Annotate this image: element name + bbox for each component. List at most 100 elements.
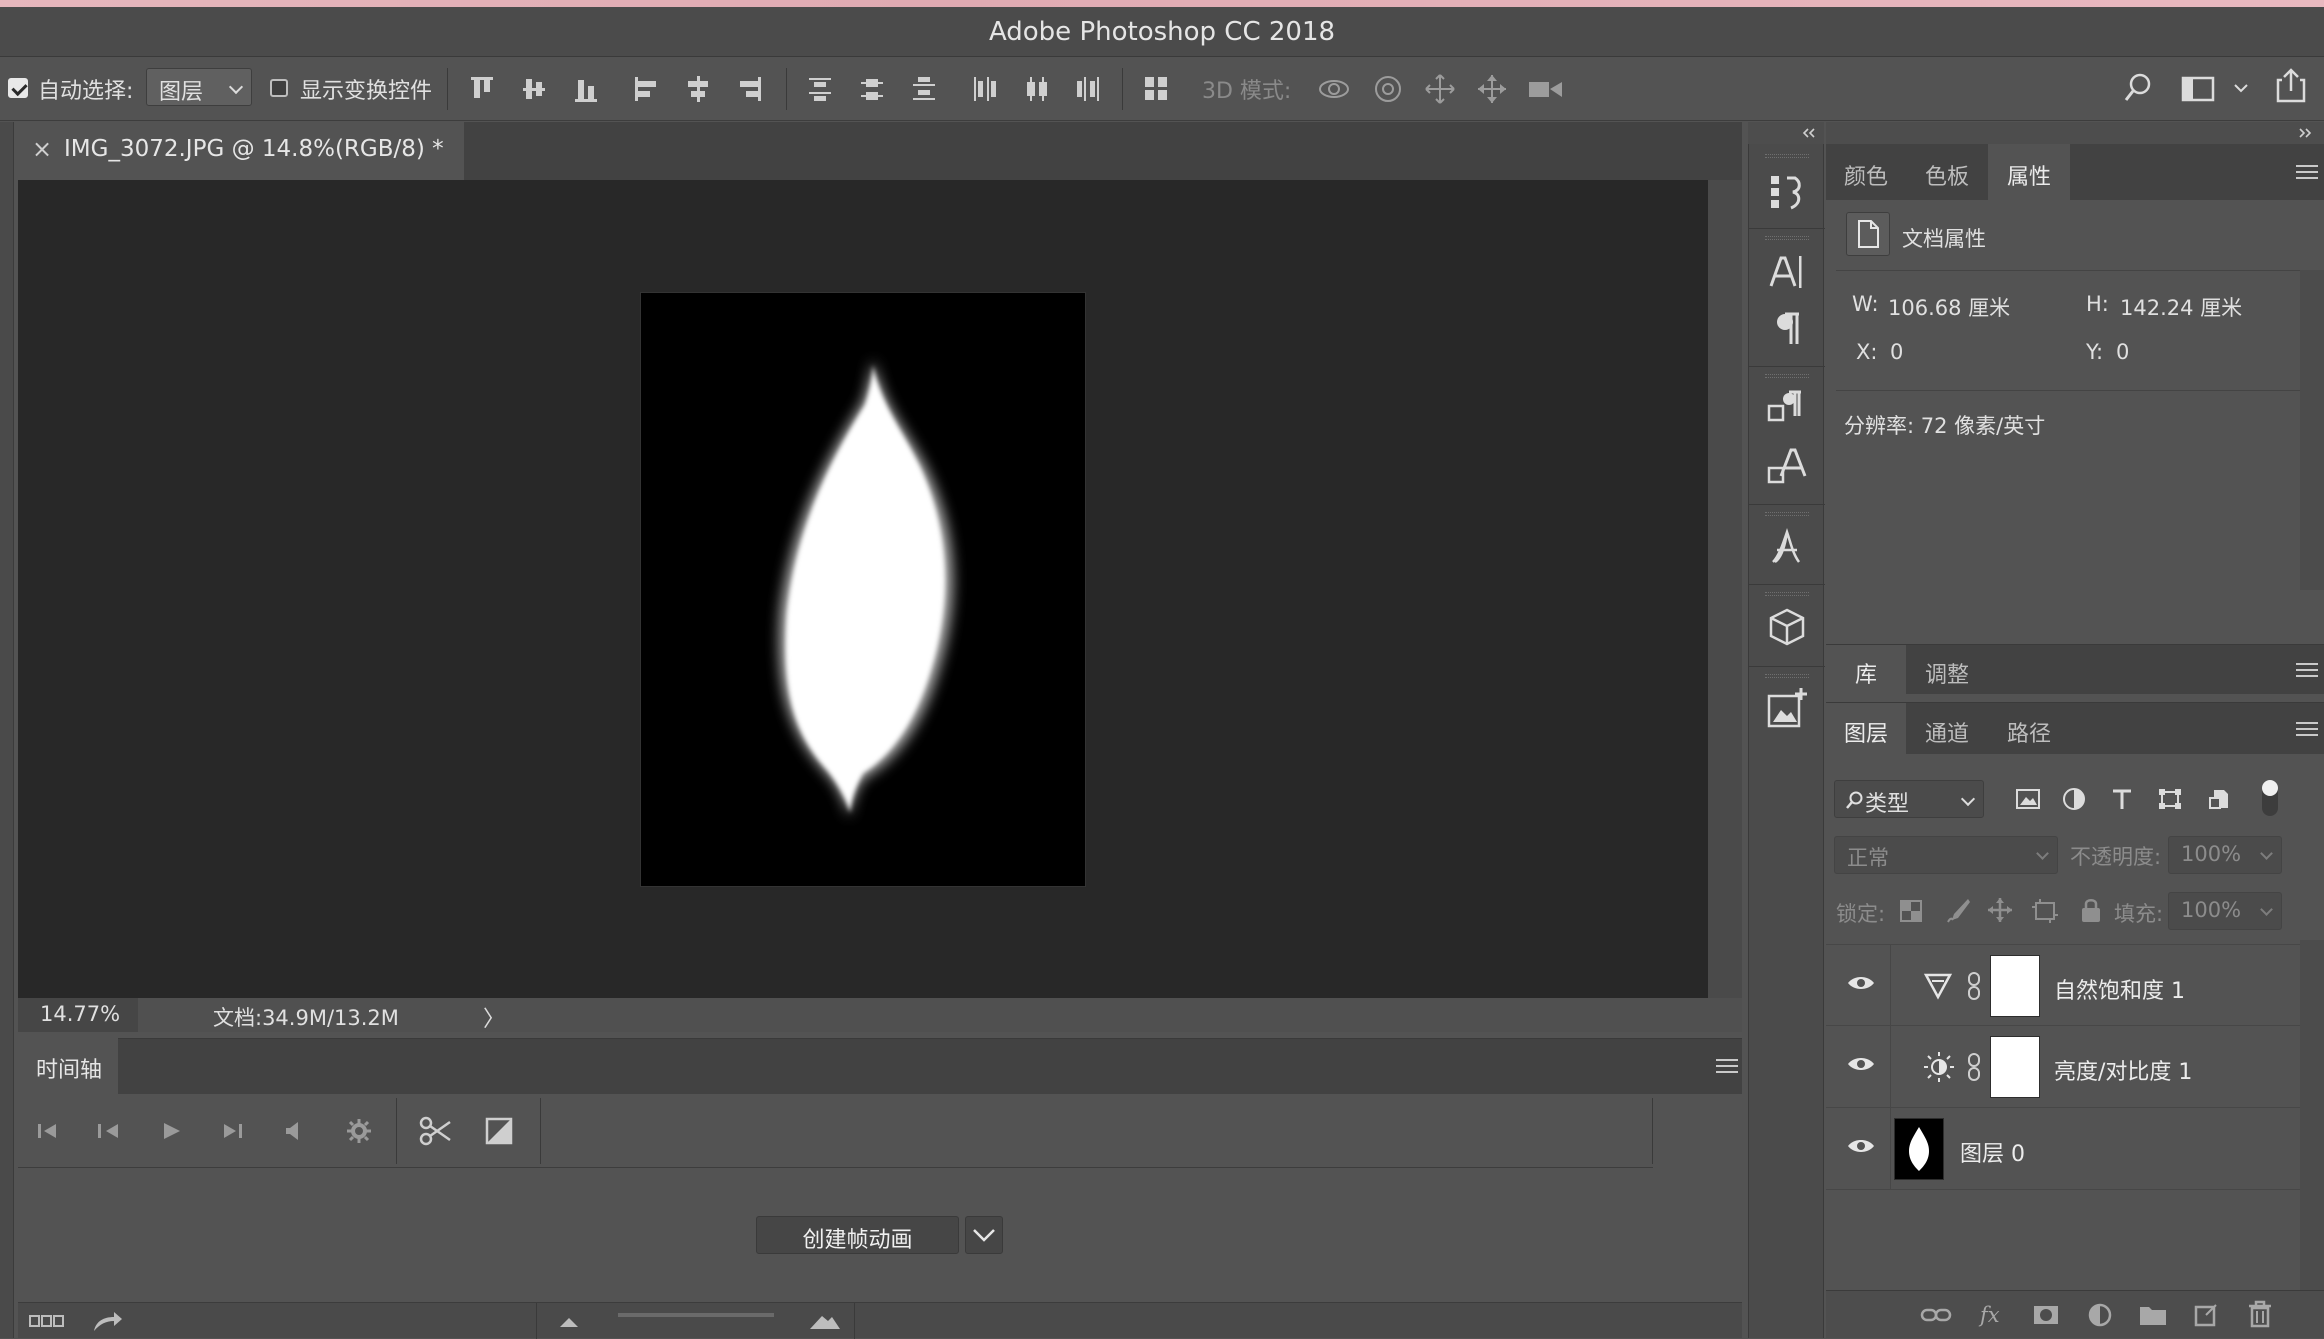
panel-menu-icon[interactable] <box>2296 165 2318 179</box>
scissors-icon[interactable] <box>418 1114 454 1148</box>
filter-toggle-switch[interactable] <box>2262 780 2278 816</box>
audio-icon[interactable] <box>280 1118 310 1144</box>
new-layer-icon[interactable] <box>2192 1301 2220 1329</box>
search-icon[interactable] <box>2122 70 2156 106</box>
history-icon[interactable] <box>1765 170 1809 214</box>
layer-style-fx-icon[interactable]: fx <box>1978 1301 2006 1329</box>
lock-image-pixels-icon[interactable] <box>1944 896 1972 924</box>
paragraph-styles-icon[interactable] <box>1765 386 1809 430</box>
align-vertical-centers-icon[interactable] <box>520 74 548 104</box>
new-adjustment-layer-icon[interactable] <box>2086 1301 2114 1329</box>
filter-adjustment-layers-icon[interactable] <box>2060 786 2088 812</box>
lock-transparent-pixels-icon[interactable] <box>1898 898 1924 924</box>
create-frame-animation-button[interactable]: 创建帧动画 <box>756 1216 959 1254</box>
layer-mask-thumbnail[interactable] <box>1990 1036 2040 1098</box>
timeline-tab[interactable]: 时间轴 <box>18 1038 118 1094</box>
zoom-level[interactable]: 14.77% <box>18 998 138 1032</box>
add-mask-icon[interactable] <box>2032 1303 2060 1327</box>
filter-smart-objects-icon[interactable] <box>2206 786 2234 812</box>
opacity-field[interactable]: 100% <box>2168 836 2282 874</box>
delete-layer-trash-icon[interactable] <box>2246 1299 2274 1329</box>
link-icon[interactable] <box>1966 971 1982 1001</box>
zoom-in-mountain-icon[interactable] <box>808 1311 842 1331</box>
layer-filter-dropdown[interactable]: 类型 <box>1834 780 1984 818</box>
visibility-eye-icon[interactable] <box>1846 1136 1876 1156</box>
layer-row[interactable]: 亮度/对比度 1 <box>1826 1026 2300 1108</box>
vertical-scrollbar[interactable] <box>1708 180 1742 998</box>
image-add-icon[interactable] <box>1765 686 1809 732</box>
character-styles-icon[interactable] <box>1765 446 1809 490</box>
visibility-eye-icon[interactable] <box>1846 973 1876 993</box>
next-frame-icon[interactable] <box>218 1118 248 1144</box>
3d-orbit-icon[interactable] <box>1316 72 1352 106</box>
3d-camera-icon[interactable] <box>1526 72 1566 106</box>
show-transform-checkbox[interactable] <box>270 79 288 97</box>
align-horizontal-centers-icon[interactable] <box>684 74 712 104</box>
layer-row[interactable]: 图层 0 <box>1826 1108 2300 1190</box>
share-icon[interactable] <box>2274 66 2310 106</box>
document-tab[interactable]: × IMG_3072.JPG @ 14.8%(RGB/8) * <box>14 122 464 180</box>
document-canvas-image[interactable] <box>640 292 1086 887</box>
tab-layers[interactable]: 图层 <box>1826 703 1906 755</box>
auto-select-target-dropdown[interactable]: 图层 <box>146 68 252 106</box>
filter-type-layers-icon[interactable] <box>2108 786 2136 812</box>
tab-libraries[interactable]: 库 <box>1826 645 1906 695</box>
width-value[interactable]: 106.68 厘米 <box>1888 292 2010 322</box>
layer-row[interactable]: 自然饱和度 1 <box>1826 944 2300 1027</box>
tab-color[interactable]: 颜色 <box>1826 144 1906 200</box>
previous-frame-icon[interactable] <box>94 1118 124 1144</box>
panel-menu-icon[interactable] <box>2296 722 2318 736</box>
layer-name[interactable]: 自然饱和度 1 <box>2054 973 2185 1005</box>
height-value[interactable]: 142.24 厘米 <box>2120 292 2242 322</box>
distribute-vertical-centers-icon[interactable] <box>858 74 886 104</box>
link-icon[interactable] <box>1966 1052 1982 1082</box>
glyphs-icon[interactable] <box>1765 526 1809 570</box>
tab-channels[interactable]: 通道 <box>1906 703 1988 755</box>
chevron-down-icon[interactable] <box>2232 82 2250 96</box>
distribute-top-icon[interactable] <box>806 74 834 104</box>
layer-mask-thumbnail[interactable] <box>1990 955 2040 1017</box>
status-menu-arrow[interactable]: 〉 <box>483 1001 505 1033</box>
workspace-icon[interactable] <box>2180 74 2220 104</box>
layer-name[interactable]: 亮度/对比度 1 <box>2054 1054 2192 1086</box>
x-value[interactable]: 0 <box>1890 340 1903 364</box>
visibility-eye-icon[interactable] <box>1846 1054 1876 1074</box>
first-frame-icon[interactable] <box>34 1118 64 1144</box>
auto-select-checkbox[interactable] <box>8 78 28 98</box>
layer-thumbnail[interactable] <box>1894 1118 1944 1180</box>
layers-scrollbar[interactable] <box>2300 940 2324 1290</box>
new-group-folder-icon[interactable] <box>2138 1301 2168 1329</box>
collapse-left-dock[interactable] <box>1748 122 1824 144</box>
distribute-bottom-icon[interactable] <box>910 74 938 104</box>
3d-cube-icon[interactable] <box>1765 606 1809 650</box>
lock-position-icon[interactable] <box>1986 896 2014 924</box>
convert-arrow-icon[interactable] <box>90 1309 124 1335</box>
play-icon[interactable] <box>156 1118 186 1144</box>
close-icon[interactable]: × <box>32 135 52 163</box>
3d-pan-icon[interactable] <box>1422 72 1458 106</box>
character-icon[interactable] <box>1765 252 1809 292</box>
layer-name[interactable]: 图层 0 <box>1960 1136 2025 1168</box>
timeline-zoom-slider[interactable] <box>618 1313 774 1317</box>
settings-gear-icon[interactable] <box>344 1116 374 1146</box>
tab-adjustments[interactable]: 调整 <box>1906 645 1988 695</box>
zoom-out-mountain-icon[interactable] <box>558 1315 580 1329</box>
transition-icon[interactable] <box>484 1116 514 1146</box>
distribute-right-icon[interactable] <box>1074 74 1102 104</box>
filter-shape-layers-icon[interactable] <box>2156 786 2184 812</box>
panel-menu-icon[interactable] <box>2296 663 2318 677</box>
panel-menu-icon[interactable] <box>1716 1059 1738 1073</box>
3d-roll-icon[interactable] <box>1370 72 1406 106</box>
paragraph-icon[interactable] <box>1769 308 1809 348</box>
lock-all-icon[interactable] <box>2078 896 2104 924</box>
tab-properties[interactable]: 属性 <box>1988 144 2070 200</box>
distribute-left-icon[interactable] <box>970 74 998 104</box>
auto-align-layers-icon[interactable] <box>1142 74 1170 104</box>
align-bottom-edges-icon[interactable] <box>572 74 600 104</box>
distribute-horizontal-centers-icon[interactable] <box>1022 74 1050 104</box>
tab-paths[interactable]: 路径 <box>1988 703 2070 755</box>
properties-scrollbar[interactable] <box>2300 270 2324 590</box>
3d-slide-icon[interactable] <box>1474 72 1510 106</box>
align-top-edges-icon[interactable] <box>468 74 496 104</box>
collapse-right-dock[interactable] <box>1826 122 2324 144</box>
